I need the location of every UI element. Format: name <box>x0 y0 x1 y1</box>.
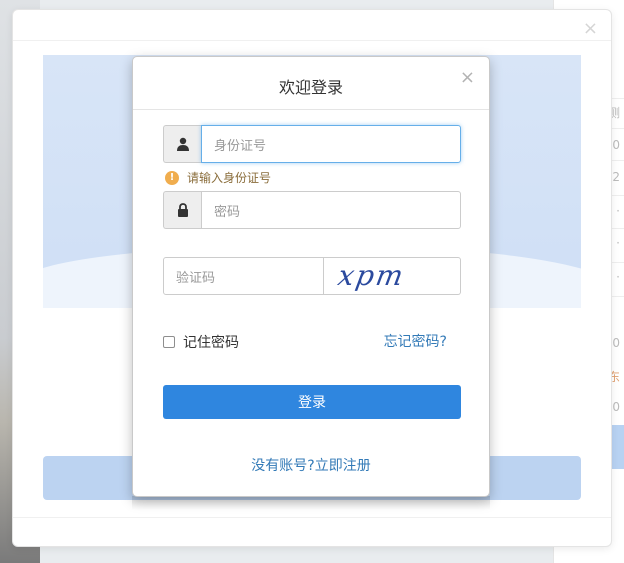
background-close-icon: × <box>582 18 598 39</box>
dialog-title: 欢迎登录 <box>278 78 343 97</box>
captcha-input[interactable]: 验证码 <box>163 257 324 295</box>
password-input[interactable]: 密码 <box>201 191 461 229</box>
remember-checkbox[interactable] <box>163 336 175 348</box>
lock-icon <box>163 191 201 229</box>
id-number-group: 身份证号 <box>163 125 461 163</box>
divider <box>13 517 611 518</box>
warning-icon: ! <box>165 170 179 185</box>
background-fragment: · <box>616 236 620 250</box>
background-fragment: 0 <box>612 336 620 350</box>
captcha-group: 验证码 xpm <box>163 257 461 295</box>
dialog-shadow <box>132 496 490 510</box>
forgot-password-link[interactable]: 忘记密码? <box>384 331 447 351</box>
login-button[interactable]: 登录 <box>163 385 461 419</box>
background-fragment: 0 <box>612 400 620 414</box>
divider <box>133 109 489 110</box>
close-icon[interactable]: × <box>460 69 475 87</box>
background-fragment: · <box>616 270 620 284</box>
divider <box>13 40 611 41</box>
login-dialog: 欢迎登录 × 身份证号 ! 请输入身份证号 密码 验证码 xpm 记住密码 忘记… <box>132 56 490 497</box>
id-warning-text: 请输入身份证号 <box>187 171 272 185</box>
user-icon <box>163 125 201 163</box>
captcha-image[interactable]: xpm <box>324 257 461 295</box>
remember-label: 记住密码 <box>183 335 239 351</box>
id-number-input[interactable]: 身份证号 <box>201 125 461 163</box>
background-fragment: · <box>616 204 620 218</box>
password-group: 密码 <box>163 191 461 229</box>
captcha-text: xpm <box>336 261 408 291</box>
register-link[interactable]: 没有账号?立即注册 <box>133 455 489 475</box>
background-fragment: 0 <box>612 138 620 152</box>
id-warning: ! 请输入身份证号 <box>165 169 271 186</box>
remember-password[interactable]: 记住密码 <box>163 332 239 352</box>
